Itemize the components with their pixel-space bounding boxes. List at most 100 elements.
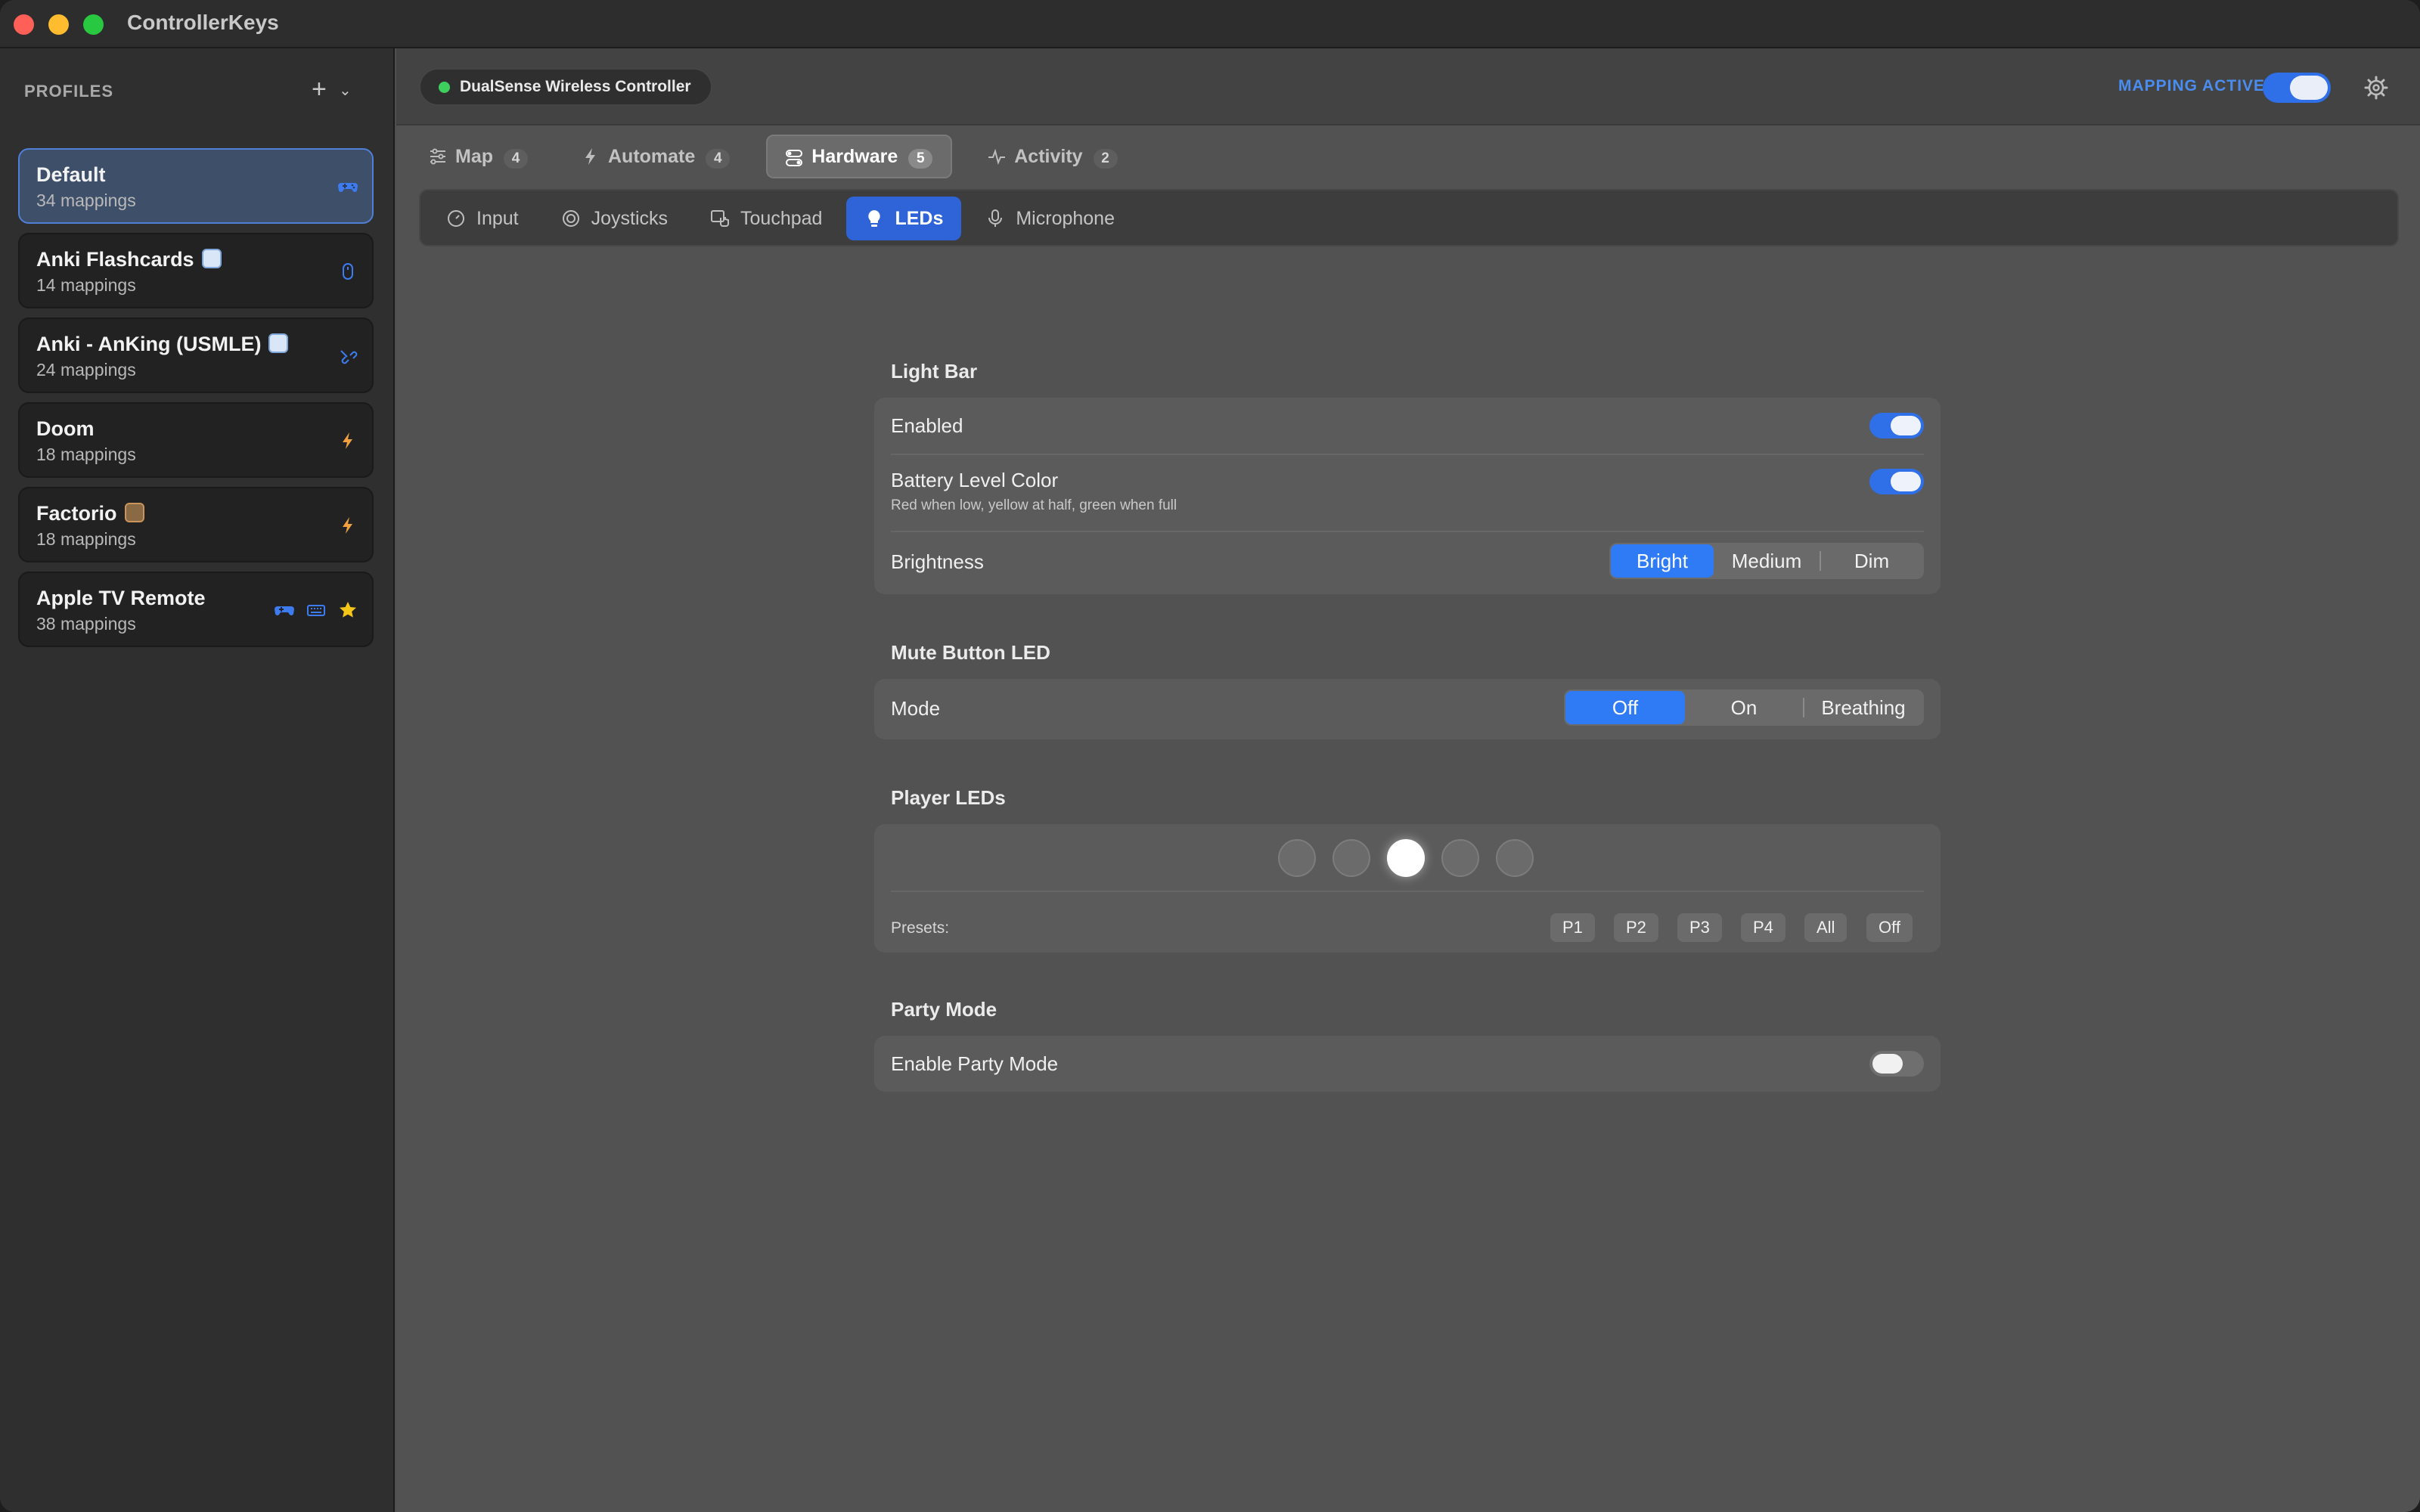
toggle-knob <box>1872 1054 1903 1074</box>
profile-name: Default <box>36 163 106 186</box>
app-window: ControllerKeys PROFILES + ⌄ Default 34 m… <box>0 0 2420 1512</box>
brightness-segmented-control: Bright Medium Dim <box>1609 543 1924 579</box>
mapping-active-label: MAPPING ACTIVE <box>2118 77 2266 94</box>
tab-label: Map <box>455 146 493 167</box>
row-label: Enable Party Mode <box>891 1052 1059 1075</box>
profile-mapping-count: 14 mappings <box>36 275 136 295</box>
bolt-icon <box>585 148 595 165</box>
title-bar: ControllerKeys <box>0 0 2420 48</box>
profile-card-factorio[interactable]: Factorio 18 mappings <box>18 487 374 562</box>
toggle-knob <box>1891 472 1921 491</box>
tab-label: Hardware <box>811 146 898 167</box>
player-led-3[interactable] <box>1387 839 1425 877</box>
tab-badge: 2 <box>1093 149 1118 169</box>
party-mode-card: Enable Party Mode <box>874 1036 1941 1092</box>
tab-activity[interactable]: Activity 2 <box>970 135 1135 178</box>
party-mode-row: Enable Party Mode <box>874 1036 1941 1092</box>
toggles-icon <box>786 150 803 166</box>
mouse-icon <box>343 263 353 280</box>
preset-p1-button[interactable]: P1 <box>1550 913 1595 942</box>
player-leds-card: Presets: P1 P2 P3 P4 All Off <box>874 824 1941 953</box>
preset-off-button[interactable]: Off <box>1866 913 1913 942</box>
tab-map[interactable]: Map 4 <box>411 135 546 178</box>
tab-automate[interactable]: Automate 4 <box>564 135 748 178</box>
profile-name: Anki - AnKing (USMLE) <box>36 333 289 356</box>
preset-p2-button[interactable]: P2 <box>1614 913 1658 942</box>
light-bar-enabled-toggle[interactable] <box>1869 413 1924 438</box>
gear-icon[interactable] <box>2363 74 2390 101</box>
controller-name: DualSense Wireless Controller <box>460 78 691 95</box>
subtab-microphone[interactable]: Microphone <box>967 197 1133 240</box>
subtab-leds[interactable]: LEDs <box>846 197 962 240</box>
bulb-icon <box>868 210 881 227</box>
light-bar-card: Enabled Battery Level Color Red when low… <box>874 398 1941 594</box>
battery-level-color-toggle[interactable] <box>1869 469 1924 494</box>
player-led-4[interactable] <box>1441 839 1479 877</box>
row-label: Enabled <box>891 414 963 437</box>
subtab-label: Joysticks <box>591 208 669 229</box>
section-title-light-bar: Light Bar <box>891 360 978 383</box>
brightness-bright-option[interactable]: Bright <box>1611 544 1714 578</box>
gamepad-icon <box>275 606 294 615</box>
battery-level-color-row: Battery Level Color Red when low, yellow… <box>874 455 1941 531</box>
subtab-input[interactable]: Input <box>428 197 537 240</box>
section-title-mute-led: Mute Button LED <box>891 641 1050 664</box>
zoom-window-button[interactable] <box>83 14 104 35</box>
tab-badge: 5 <box>908 149 933 169</box>
profile-card-anki-flashcards[interactable]: Anki Flashcards 14 mappings <box>18 233 374 308</box>
main-panel: DualSense Wireless Controller MAPPING AC… <box>396 48 2420 1512</box>
subtab-joysticks[interactable]: Joysticks <box>543 197 686 240</box>
player-led-2[interactable] <box>1333 839 1370 877</box>
mute-mode-off-option[interactable]: Off <box>1565 691 1685 724</box>
close-window-button[interactable] <box>14 14 34 35</box>
subtab-label: LEDs <box>895 208 944 229</box>
mute-mode-on-option[interactable]: On <box>1685 691 1803 724</box>
player-led-5[interactable] <box>1496 839 1534 877</box>
mute-led-mode-segmented-control: Off On Breathing <box>1564 689 1924 726</box>
profile-mapping-count: 38 mappings <box>36 614 136 634</box>
sliders-icon <box>430 148 445 165</box>
keyboard-icon <box>307 605 325 616</box>
subtab-touchpad[interactable]: Touchpad <box>692 197 840 240</box>
mapping-active-toggle[interactable] <box>2263 73 2331 103</box>
preset-p4-button[interactable]: P4 <box>1741 913 1786 942</box>
preset-all-button[interactable]: All <box>1804 913 1848 942</box>
brightness-dim-option[interactable]: Dim <box>1821 544 1922 578</box>
row-label: Battery Level Color <box>891 469 1059 491</box>
mute-led-mode-row: Mode Off On Breathing <box>874 679 1941 739</box>
player-led-1[interactable] <box>1278 839 1316 877</box>
chevron-down-icon: ⌄ <box>339 82 352 99</box>
add-profile-button[interactable]: + ⌄ <box>312 74 357 104</box>
profile-card-default[interactable]: Default 34 mappings <box>18 148 374 224</box>
tab-label: Automate <box>608 146 696 167</box>
profile-mapping-count: 34 mappings <box>36 191 136 210</box>
toggle-knob <box>1891 416 1921 435</box>
row-sublabel: Red when low, yellow at half, green when… <box>891 497 1177 513</box>
joystick-icon <box>562 210 579 227</box>
brightness-row: Brightness Bright Medium Dim <box>874 532 1941 594</box>
controller-status-pill[interactable]: DualSense Wireless Controller <box>419 68 712 106</box>
presets-label: Presets: <box>891 919 950 937</box>
brightness-medium-option[interactable]: Medium <box>1714 544 1820 578</box>
minimize-window-button[interactable] <box>48 14 69 35</box>
party-mode-toggle[interactable] <box>1869 1051 1924 1077</box>
star-icon <box>340 602 356 618</box>
tab-hardware[interactable]: Hardware 5 <box>766 135 953 178</box>
profile-card-anki-anking[interactable]: Anki - AnKing (USMLE) 24 mappings <box>18 318 374 393</box>
mute-mode-breathing-option[interactable]: Breathing <box>1804 691 1922 724</box>
light-bar-enabled-row: Enabled <box>874 398 1941 454</box>
section-title-party-mode: Party Mode <box>891 998 997 1021</box>
profiles-header: PROFILES <box>24 82 114 101</box>
preset-p3-button[interactable]: P3 <box>1677 913 1722 942</box>
subtab-label: Input <box>476 208 519 229</box>
leds-settings-content: Light Bar Enabled Battery Level Color Re… <box>396 259 2420 1512</box>
subtab-label: Touchpad <box>740 208 823 229</box>
mute-led-card: Mode Off On Breathing <box>874 679 1941 739</box>
profile-card-doom[interactable]: Doom 18 mappings <box>18 402 374 478</box>
profile-card-apple-tv-remote[interactable]: Apple TV Remote 38 mappings <box>18 572 374 647</box>
profiles-sidebar: PROFILES + ⌄ Default 34 mappings Anki Fl… <box>0 48 395 1512</box>
tab-label: Activity <box>1014 146 1083 167</box>
profile-name: Apple TV Remote <box>36 587 206 609</box>
profile-mapping-count: 18 mappings <box>36 529 136 549</box>
link-icon <box>340 350 358 364</box>
